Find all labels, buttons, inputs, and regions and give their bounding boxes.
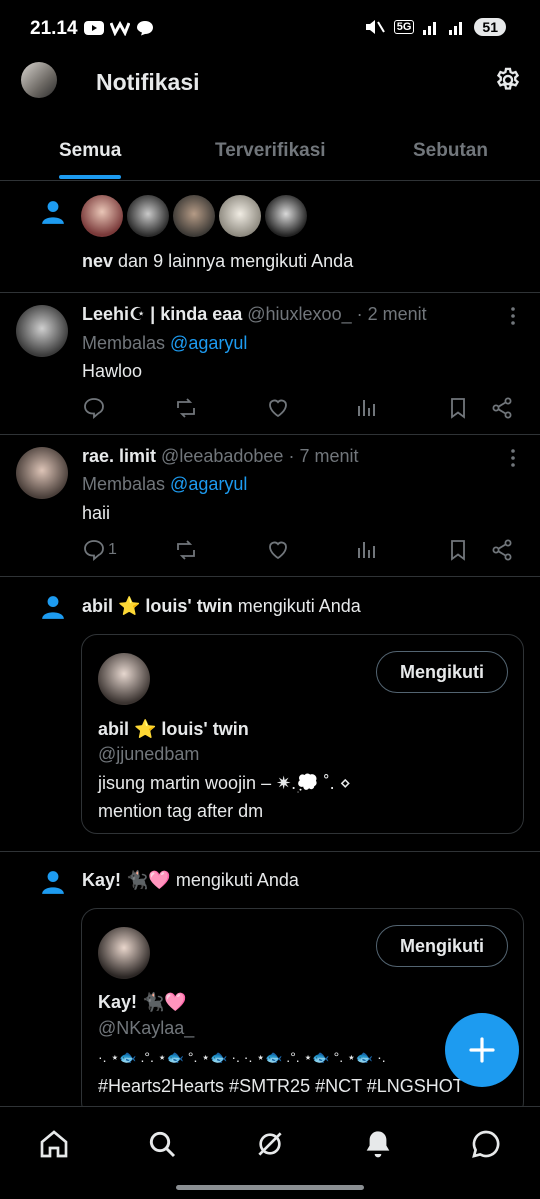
user-card[interactable]: Mengikuti abil ⭐ louis' twin @jjunedbam …: [81, 634, 524, 834]
person-icon: [40, 869, 66, 900]
following-button[interactable]: Mengikuti: [376, 651, 508, 693]
user-card-bio-line2: mention tag after dm: [98, 801, 264, 821]
user-card-name[interactable]: Kay! 🐈‍⬛🩷: [98, 992, 187, 1013]
reply-handle[interactable]: @hiuxlexoo_: [247, 304, 351, 324]
signal-icon: [423, 22, 437, 35]
user-card-avatar[interactable]: [98, 927, 150, 979]
bookmark-icon[interactable]: [446, 538, 470, 562]
reply-handle[interactable]: @leeabadobee: [161, 446, 283, 466]
profile-avatar[interactable]: [21, 62, 57, 98]
avatar[interactable]: [127, 195, 169, 237]
reply-actions: [82, 396, 522, 422]
share-icon[interactable]: [490, 396, 514, 420]
tab-terverifikasi[interactable]: Terverifikasi: [215, 140, 326, 162]
divider: [0, 180, 540, 181]
nav-home-icon[interactable]: [38, 1128, 70, 1165]
follow-notification-text: abil ⭐ louis' twin mengikuti Anda: [82, 596, 361, 617]
replying-label: Membalas: [82, 474, 166, 494]
youtube-icon: [84, 21, 104, 35]
person-icon: [40, 199, 66, 230]
user-card-bio: ·. ⋆🐟 .°. ⋆🐟 °. ⋆🐟 ·. ·. ⋆🐟 .°. ⋆🐟 °. ⋆🐟…: [98, 1049, 386, 1065]
follower-name[interactable]: Kay! 🐈‍⬛🩷: [82, 870, 171, 890]
views-icon[interactable]: [355, 396, 379, 420]
mute-vibrate-icon: [365, 20, 385, 34]
page-title: Notifikasi: [96, 69, 200, 95]
chat-bubble-icon: [137, 21, 153, 36]
user-card[interactable]: Mengikuti Kay! 🐈‍⬛🩷 @NKaylaa_ ·. ⋆🐟 .°. …: [81, 908, 524, 1118]
reply-count: 1: [108, 541, 117, 558]
reply-time: · 7 menit: [288, 446, 359, 466]
home-indicator[interactable]: [176, 1185, 364, 1190]
follow-action: mengikuti Anda: [170, 870, 299, 890]
person-icon: [40, 594, 66, 625]
divider: [0, 576, 540, 577]
follower-avatars: [81, 195, 307, 237]
follower-name[interactable]: abil ⭐ louis' twin: [82, 596, 233, 616]
reply-header: rae. limit @leeabadobee · 7 menit: [82, 446, 358, 467]
user-card-bio-line2: #Hearts2Hearts #SMTR25 #NCT #LNGSHOT: [98, 1076, 464, 1096]
reply-icon[interactable]: [82, 396, 106, 420]
nav-grok-icon[interactable]: [254, 1128, 286, 1165]
status-time: 21.14: [30, 18, 78, 39]
reply-actions: 1: [82, 538, 522, 564]
divider: [0, 434, 540, 435]
user-card-bio: jisung martin woojin – ✷.💭 ˚. ⋄: [98, 773, 351, 793]
tab-semua[interactable]: Semua: [59, 140, 121, 162]
follower-name[interactable]: nev: [82, 251, 113, 271]
user-card-avatar[interactable]: [98, 653, 150, 705]
like-icon[interactable]: [266, 396, 290, 420]
status-app-icons: [84, 20, 154, 36]
plus-icon: [469, 1037, 495, 1063]
replying-to-link[interactable]: @agaryul: [170, 333, 247, 353]
replying-to-link[interactable]: @agaryul: [170, 474, 247, 494]
status-bar: 21.14 5G 51: [0, 0, 540, 56]
user-card-name[interactable]: abil ⭐ louis' twin: [98, 719, 249, 740]
network-5g-label: 5G: [393, 20, 415, 34]
more-options-icon[interactable]: [506, 448, 520, 473]
user-card-handle[interactable]: @NKaylaa_: [98, 1018, 194, 1039]
following-button[interactable]: Mengikuti: [376, 925, 508, 967]
reply-text: Hawloo: [82, 361, 143, 381]
like-icon[interactable]: [266, 538, 290, 562]
settings-gear-icon[interactable]: [494, 66, 522, 99]
battery-indicator: 51: [474, 18, 506, 36]
reply-icon[interactable]: 1: [82, 538, 117, 562]
views-icon[interactable]: [355, 538, 379, 562]
divider: [0, 292, 540, 293]
more-options-icon[interactable]: [506, 306, 520, 331]
signal-icon-2: [449, 22, 463, 35]
follow-notification-text: Kay! 🐈‍⬛🩷 mengikuti Anda: [82, 870, 299, 891]
weverse-icon: [110, 20, 130, 36]
active-tab-indicator: [59, 175, 121, 179]
replying-label: Membalas: [82, 333, 166, 353]
reply-display-name[interactable]: Leehi☪︎ | kinda eaa: [82, 304, 242, 324]
tab-sebutan[interactable]: Sebutan: [413, 140, 488, 162]
status-right-icons: 5G 51: [364, 18, 506, 36]
avatar[interactable]: [81, 195, 123, 237]
nav-notifications-icon[interactable]: [362, 1128, 394, 1165]
follow-group-action: dan 9 lainnya mengikuti Anda: [113, 251, 354, 271]
replying-to-line: Membalas @agaryul: [82, 474, 247, 495]
reply-text: haii: [82, 503, 111, 523]
avatar[interactable]: [173, 195, 215, 237]
reply-display-name[interactable]: rae. limit: [82, 446, 156, 466]
user-card-handle[interactable]: @jjunedbam: [98, 744, 199, 765]
replying-to-line: Membalas @agaryul: [82, 333, 247, 354]
divider: [0, 851, 540, 852]
repost-icon[interactable]: [174, 538, 198, 562]
nav-messages-icon[interactable]: [470, 1128, 502, 1165]
share-icon[interactable]: [490, 538, 514, 562]
reply-time: · 2 menit: [356, 304, 427, 324]
bookmark-icon[interactable]: [446, 396, 470, 420]
follow-action: mengikuti Anda: [232, 596, 361, 616]
repost-icon[interactable]: [174, 396, 198, 420]
compose-button[interactable]: [445, 1013, 519, 1087]
avatar[interactable]: [219, 195, 261, 237]
reply-header: Leehi☪︎ | kinda eaa @hiuxlexoo_ · 2 meni…: [82, 304, 427, 325]
avatar[interactable]: [265, 195, 307, 237]
reply-author-avatar[interactable]: [16, 447, 68, 499]
reply-author-avatar[interactable]: [16, 305, 68, 357]
nav-search-icon[interactable]: [146, 1128, 178, 1165]
follow-group-text: nev dan 9 lainnya mengikuti Anda: [82, 251, 353, 272]
